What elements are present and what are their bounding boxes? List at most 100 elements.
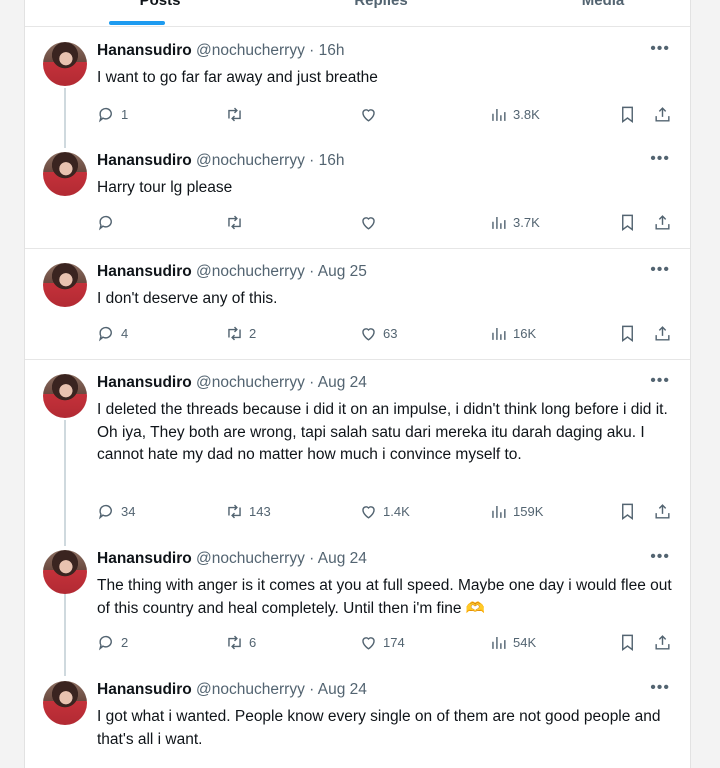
display-name[interactable]: Hanansudiro [97,263,192,280]
more-icon[interactable]: ••• [650,40,670,58]
bookmark-button[interactable] [618,212,637,232]
like-button[interactable]: 1.4K [359,501,410,521]
like-button[interactable] [359,104,383,124]
tweet[interactable]: Hanansudiro @nochucherryy · 16h ••• Harr… [25,138,690,249]
avatar[interactable] [43,681,87,725]
more-icon[interactable]: ••• [650,261,670,279]
views-button[interactable]: 3.7K [489,212,540,232]
views-count: 16K [513,325,537,341]
handle[interactable]: @nochucherryy [196,152,305,169]
retweet-icon [228,504,241,518]
handle[interactable]: @nochucherryy [196,550,305,567]
reply-button[interactable]: 34 [97,501,135,521]
retweet-button[interactable]: 143 [225,501,271,521]
handle[interactable]: @nochucherryy [196,374,305,391]
tweet-header: Hanansudiro @nochucherryy · Aug 24 [97,374,367,391]
views-icon [492,216,506,229]
tweet[interactable]: Hanansudiro @nochucherryy · Aug 24 ••• I… [25,360,690,536]
share-button[interactable] [653,632,672,652]
bookmark-button[interactable] [618,501,637,521]
views-button[interactable]: 16K [489,323,536,343]
display-name[interactable]: Hanansudiro [97,374,192,391]
timestamp[interactable]: Aug 25 [318,263,367,280]
handle[interactable]: @nochucherryy [196,42,305,59]
profile-tabs: Posts Replies Media [25,0,690,27]
bookmark-icon [622,503,633,520]
retweet-icon [228,635,241,649]
tweet-actions: 3.7K [97,212,677,232]
tweet-actions: 1 3.8K [97,104,677,124]
tweet-text: Harry tour lg please [97,179,233,196]
more-icon[interactable]: ••• [650,372,670,390]
retweet-button[interactable]: 2 [225,323,256,343]
bookmark-button[interactable] [618,632,637,652]
tweet[interactable]: Hanansudiro @nochucherryy · Aug 25 ••• I… [25,249,690,360]
views-icon [492,327,506,340]
tweet[interactable]: Hanansudiro @nochucherryy · 16h ••• I wa… [25,28,690,138]
reply-button[interactable]: 1 [97,104,128,124]
timestamp[interactable]: 16h [319,42,345,59]
tab-media[interactable]: Media [543,0,663,9]
reply-count: 1 [121,106,129,122]
share-button[interactable] [653,104,672,124]
timestamp[interactable]: Aug 24 [318,681,367,698]
reply-button[interactable]: 4 [97,323,128,343]
share-button[interactable] [653,501,672,521]
heart-icon [362,636,375,650]
display-name[interactable]: Hanansudiro [97,550,192,567]
views-button[interactable]: 3.8K [489,104,540,124]
reply-button[interactable]: 2 [97,632,128,652]
tab-replies[interactable]: Replies [321,0,441,9]
views-count: 3.7K [513,214,540,230]
avatar[interactable] [43,152,87,196]
retweet-button[interactable] [225,212,249,232]
like-count: 63 [383,325,398,341]
display-name[interactable]: Hanansudiro [97,681,192,698]
heart-icon [362,108,375,122]
views-count: 3.8K [513,106,540,122]
share-button[interactable] [653,323,672,343]
share-button[interactable] [653,212,672,232]
reply-button[interactable] [97,212,121,232]
more-icon[interactable]: ••• [650,150,670,168]
retweet-count: 2 [249,325,257,341]
retweet-button[interactable] [225,104,249,124]
more-icon[interactable]: ••• [650,548,670,566]
handle[interactable]: @nochucherryy [196,263,305,280]
display-name[interactable]: Hanansudiro [97,42,192,59]
views-button[interactable]: 159K [489,501,543,521]
reply-count: 4 [121,325,129,341]
reply-icon [98,635,112,650]
views-button[interactable]: 54K [489,632,536,652]
tweet-text: I got what i wanted. People know every s… [97,708,661,748]
views-icon [492,108,506,121]
heart-icon [362,327,375,341]
avatar[interactable] [43,42,87,86]
timestamp[interactable]: Aug 24 [318,550,367,567]
bookmark-icon [622,325,633,342]
timestamp[interactable]: 16h [319,152,345,169]
like-button[interactable]: 174 [359,632,405,652]
bookmark-button[interactable] [618,323,637,343]
avatar[interactable] [43,374,87,418]
tweet[interactable]: Hanansudiro @nochucherryy · Aug 24 ••• I… [25,667,690,768]
display-name[interactable]: Hanansudiro [97,152,192,169]
timestamp[interactable]: Aug 24 [318,374,367,391]
like-button[interactable] [359,212,383,232]
tab-posts[interactable]: Posts [100,0,220,9]
bookmark-icon [622,106,633,123]
heart-icon [362,505,375,519]
tweet-header: Hanansudiro @nochucherryy · Aug 25 [97,263,367,280]
avatar[interactable] [43,550,87,594]
timeline: Posts Replies Media Hanansudiro @nochuch… [24,0,691,768]
reply-icon [98,504,112,519]
like-count: 174 [383,634,405,650]
more-icon[interactable]: ••• [650,679,670,697]
like-button[interactable]: 63 [359,323,397,343]
views-count: 159K [513,503,544,519]
handle[interactable]: @nochucherryy [196,681,305,698]
avatar[interactable] [43,263,87,307]
retweet-button[interactable]: 6 [225,632,256,652]
bookmark-button[interactable] [618,104,637,124]
tweet[interactable]: Hanansudiro @nochucherryy · Aug 24 ••• T… [25,536,690,666]
